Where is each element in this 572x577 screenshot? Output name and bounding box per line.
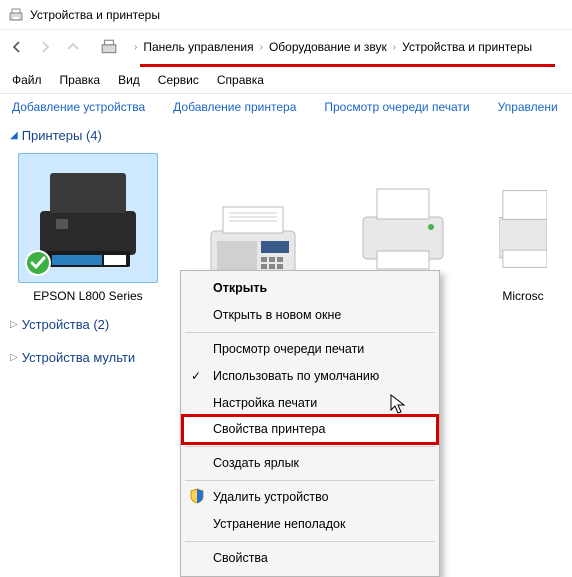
- forward-button[interactable]: [36, 38, 54, 56]
- breadcrumb: › Панель управления › Оборудование и зву…: [132, 40, 532, 54]
- device-microsoft[interactable]: Microsc: [498, 173, 548, 303]
- chevron-down-icon: ◢: [10, 130, 18, 141]
- chevron-right-icon: ›: [260, 42, 263, 53]
- crumb-devices-printers[interactable]: Устройства и принтеры: [402, 40, 532, 54]
- toolbar-add-device[interactable]: Добавление устройства: [12, 100, 145, 114]
- printer-icon: [353, 181, 453, 276]
- device-thumb: [348, 173, 458, 283]
- menu-separator: [185, 332, 435, 333]
- chevron-right-icon: ▷: [10, 352, 18, 363]
- ctx-view-queue[interactable]: Просмотр очереди печати: [183, 336, 437, 363]
- ctx-open[interactable]: Открыть: [183, 275, 437, 302]
- ctx-set-default[interactable]: ✓ Использовать по умолчанию: [183, 363, 437, 390]
- navbar: › Панель управления › Оборудование и зву…: [0, 30, 572, 64]
- toolbar-view-queue[interactable]: Просмотр очереди печати: [324, 100, 469, 114]
- menu-separator: [185, 541, 435, 542]
- section-printers-label: Принтеры (4): [22, 128, 102, 143]
- check-icon: ✓: [191, 368, 201, 384]
- ctx-troubleshoot[interactable]: Устранение неполадок: [183, 511, 437, 538]
- device-label: EPSON L800 Series: [18, 289, 158, 303]
- section-printers[interactable]: ◢ Принтеры (4): [0, 124, 572, 147]
- ctx-printer-properties[interactable]: Свойства принтера: [183, 416, 437, 443]
- device-epson-l800[interactable]: EPSON L800 Series: [18, 153, 158, 303]
- ctx-delete-device-label: Удалить устройство: [213, 490, 329, 504]
- ctx-print-setup[interactable]: Настройка печати: [183, 390, 437, 417]
- titlebar: Устройства и принтеры: [0, 0, 572, 30]
- menu-service[interactable]: Сервис: [158, 73, 199, 87]
- ctx-properties[interactable]: Свойства: [183, 545, 437, 572]
- context-menu: Открыть Открыть в новом окне Просмотр оч…: [180, 270, 440, 577]
- default-check-icon: [25, 250, 51, 276]
- menu-separator: [185, 446, 435, 447]
- toolbar-add-printer[interactable]: Добавление принтера: [173, 100, 296, 114]
- menu-file[interactable]: Файл: [12, 73, 42, 87]
- toolbar-manage[interactable]: Управлени: [498, 100, 558, 114]
- menu-edit[interactable]: Правка: [60, 73, 101, 87]
- shield-delete-icon: [189, 488, 205, 504]
- chevron-right-icon: ›: [393, 42, 396, 53]
- crumb-hardware-sound[interactable]: Оборудование и звук: [269, 40, 387, 54]
- up-button[interactable]: [64, 38, 82, 56]
- window-title: Устройства и принтеры: [30, 8, 160, 22]
- ctx-create-shortcut[interactable]: Создать ярлык: [183, 450, 437, 477]
- section-multimedia-label: Устройства мульти: [22, 350, 135, 365]
- chevron-right-icon: ▷: [10, 319, 18, 330]
- address-icon: [100, 38, 118, 56]
- printer-icon: [499, 181, 547, 276]
- ctx-delete-device[interactable]: Удалить устройство: [183, 484, 437, 511]
- devices-printers-icon: [8, 7, 24, 23]
- menubar: Файл Правка Вид Сервис Справка: [0, 69, 572, 93]
- device-thumb: [498, 173, 548, 283]
- section-devices-label: Устройства (2): [22, 317, 110, 332]
- menu-separator: [185, 480, 435, 481]
- menu-view[interactable]: Вид: [118, 73, 140, 87]
- toolbar: Добавление устройства Добавление принтер…: [0, 93, 572, 124]
- device-thumb: [18, 153, 158, 283]
- menu-help[interactable]: Справка: [217, 73, 264, 87]
- ctx-set-default-label: Использовать по умолчанию: [213, 369, 379, 383]
- back-button[interactable]: [8, 38, 26, 56]
- chevron-right-icon: ›: [134, 42, 137, 53]
- crumb-control-panel[interactable]: Панель управления: [143, 40, 253, 54]
- device-label: Microsc: [498, 289, 548, 303]
- ctx-open-new-window[interactable]: Открыть в новом окне: [183, 302, 437, 329]
- annotation-underline: [140, 64, 555, 67]
